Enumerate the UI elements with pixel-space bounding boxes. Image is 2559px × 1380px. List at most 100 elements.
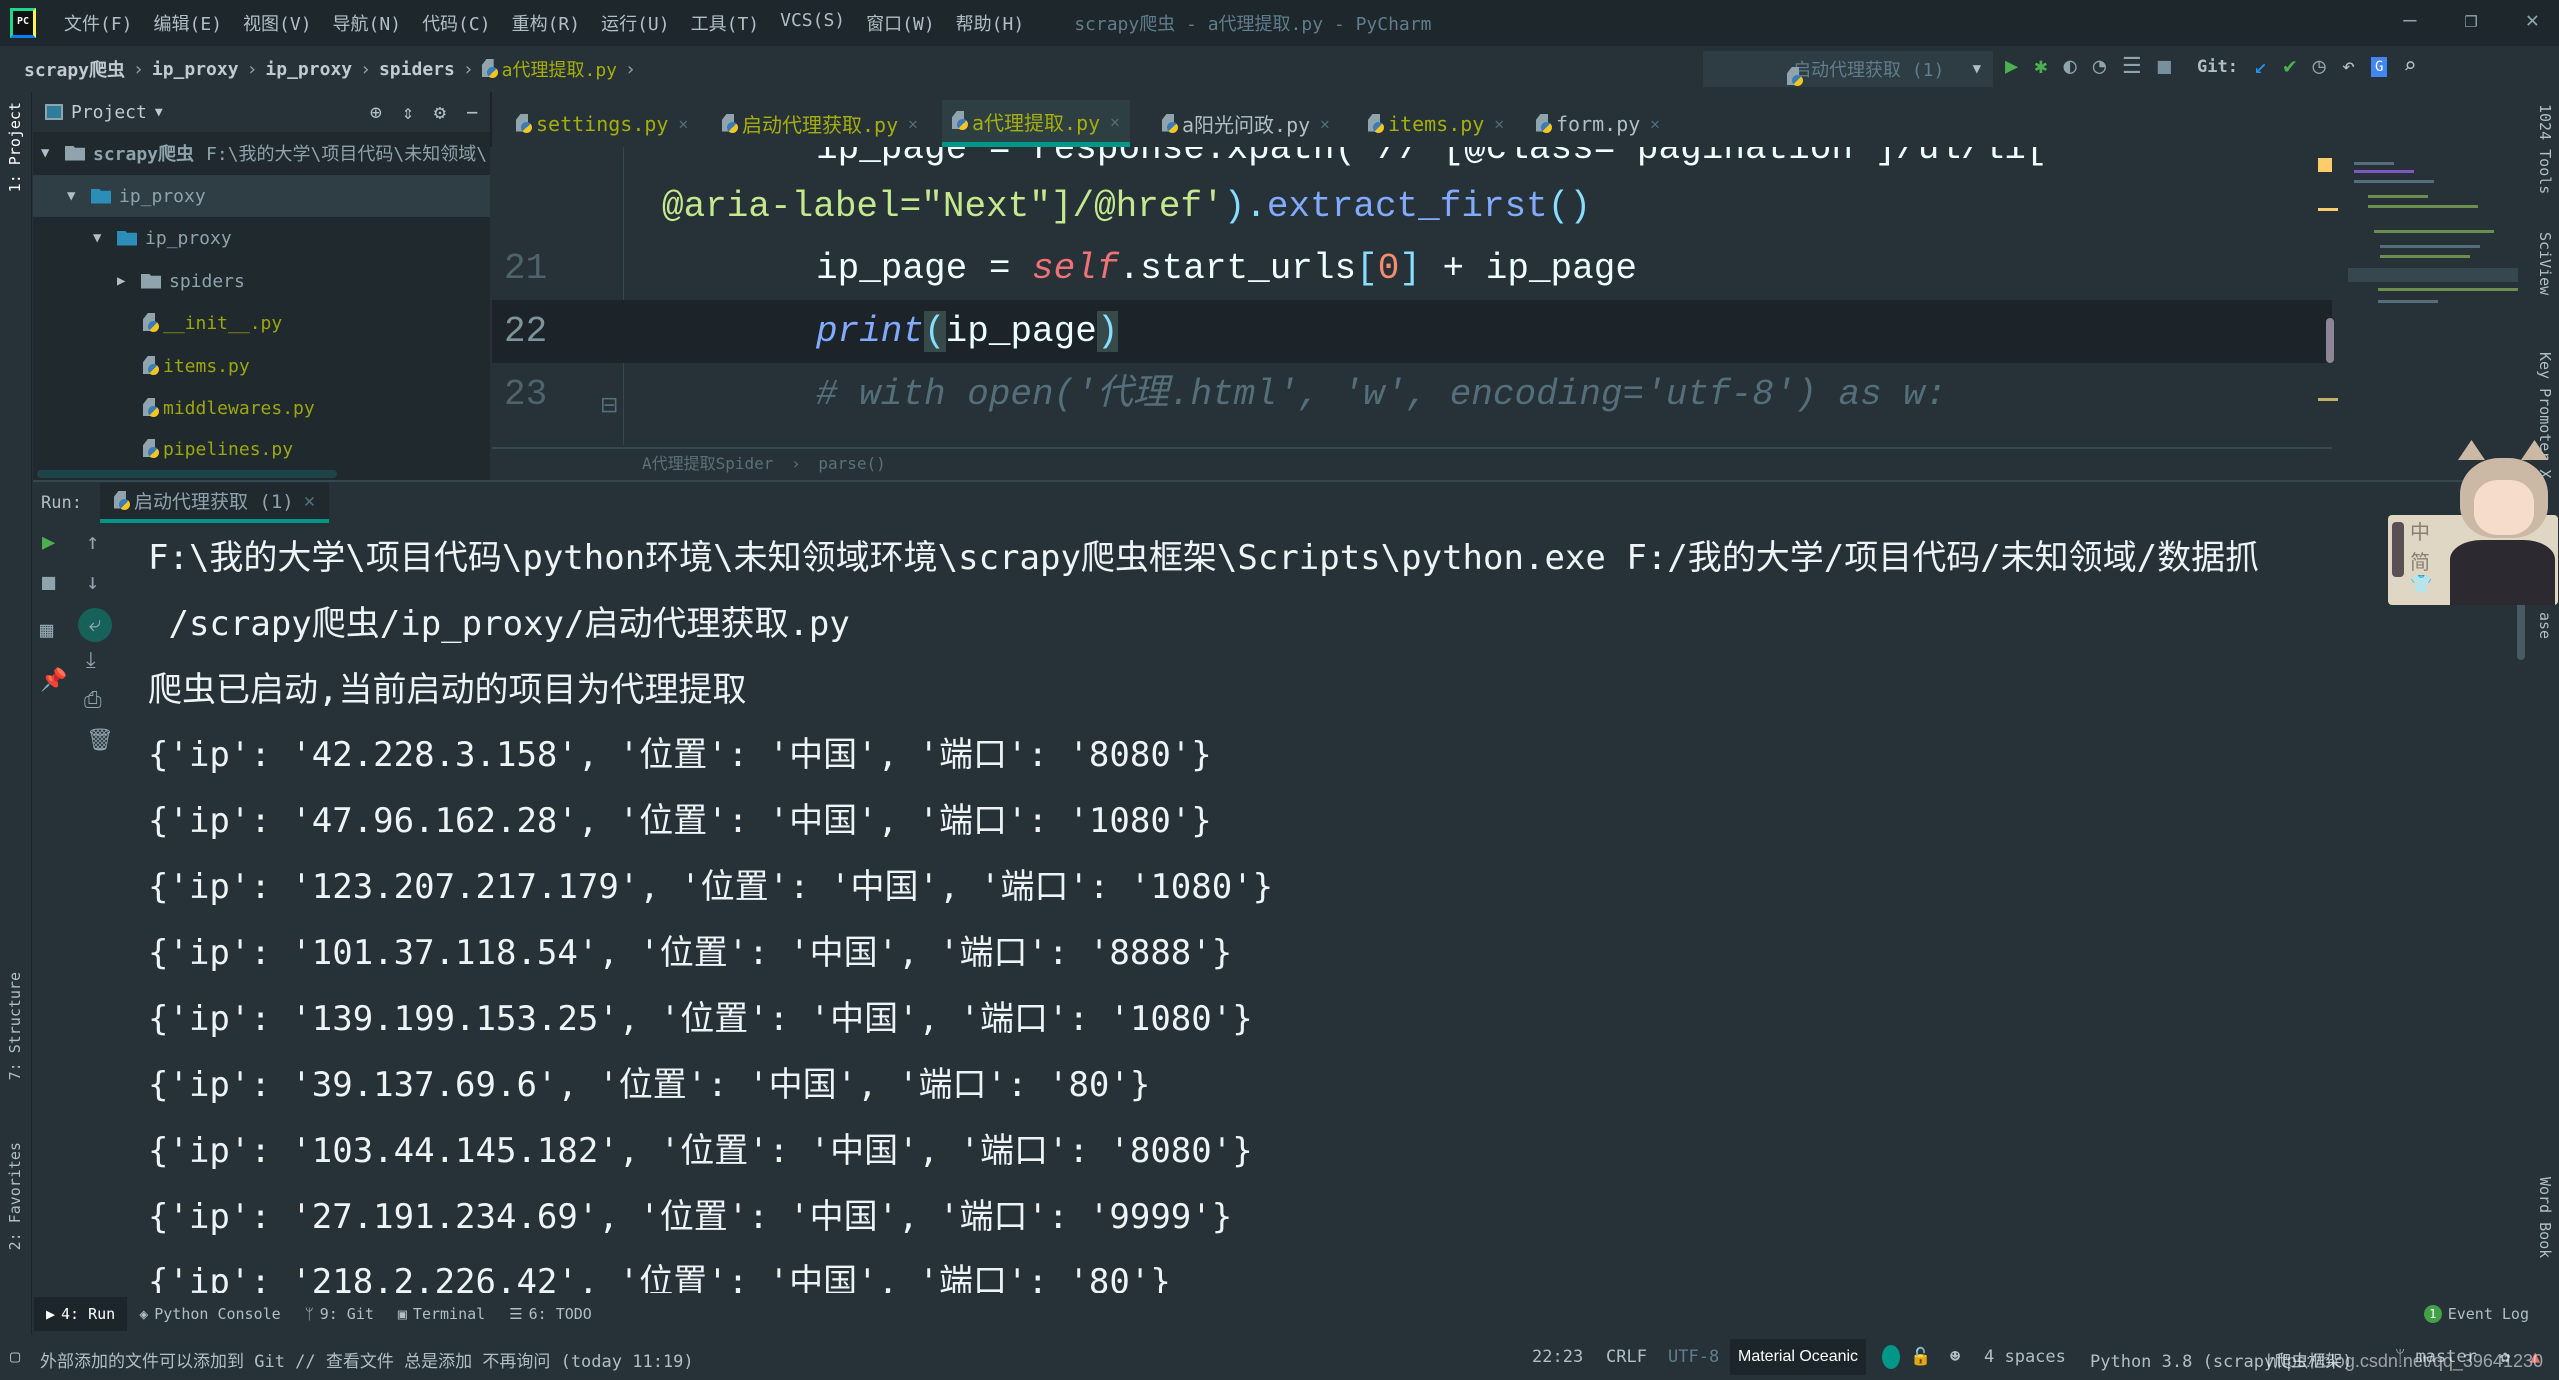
menu-code[interactable]: 代码(C)	[422, 10, 491, 36]
tab-sunshine[interactable]: a阳光问政.py ✕	[1152, 100, 1340, 147]
collapse-all-icon[interactable]: ⇕	[402, 100, 414, 124]
restore-button[interactable]: ❐	[2465, 8, 2478, 33]
hide-icon[interactable]: −	[466, 100, 478, 124]
menu-refactor[interactable]: 重构(R)	[512, 10, 581, 36]
fold-icon[interactable]: ⊟	[600, 375, 618, 438]
rerun-icon[interactable]: ▶	[42, 530, 55, 555]
tab-form[interactable]: form.py ✕	[1526, 100, 1670, 147]
debug-icon[interactable]: ✱	[2034, 54, 2047, 79]
tab-terminal[interactable]: ▣ Terminal	[386, 1297, 497, 1331]
menu-view[interactable]: 视图(V)	[243, 10, 312, 36]
menu-edit[interactable]: 编辑(E)	[154, 10, 223, 36]
tab-start-proxy[interactable]: 启动代理获取.py ✕	[712, 100, 928, 147]
project-view-select[interactable]: Project	[71, 102, 147, 123]
tree-item-file[interactable]: middlewares.py	[33, 387, 490, 429]
up-arrow-icon[interactable]: ↑	[86, 530, 99, 555]
coverage-icon[interactable]: ◐	[2064, 54, 2077, 79]
translate-icon[interactable]: G	[2370, 56, 2388, 77]
run-configuration-select[interactable]: 启动代理获取 (1) ▼	[1703, 51, 1993, 87]
breadcrumb-method[interactable]: parse()	[818, 454, 885, 473]
menu-run[interactable]: 运行(U)	[601, 10, 670, 36]
file-encoding[interactable]: UTF-8	[1668, 1347, 1719, 1367]
stop-icon[interactable]: ■	[2158, 54, 2171, 79]
concurrency-icon[interactable]: ☰	[2122, 54, 2142, 79]
close-tab-icon[interactable]: ✕	[1650, 114, 1660, 133]
rollback-icon[interactable]: ↶	[2342, 54, 2355, 79]
layout-icon[interactable]: ▦	[40, 618, 53, 643]
breadcrumb-item[interactable]: a代理提取.py	[502, 56, 617, 82]
print-icon[interactable]: ⎙	[84, 688, 102, 713]
menu-navigate[interactable]: 导航(N)	[333, 10, 402, 36]
code-editor[interactable]: ip_page = response.xpath('//*[@class="pa…	[492, 147, 2332, 445]
structure-tool-button[interactable]: 7: Structure	[6, 972, 24, 1080]
breadcrumb-item[interactable]: spiders	[379, 59, 455, 80]
tab-settings[interactable]: settings.py ✕	[506, 100, 698, 147]
status-message[interactable]: 外部添加的文件可以添加到 Git // 查看文件 总是添加 不再询问 (toda…	[40, 1347, 694, 1372]
stop-icon[interactable]: ■	[42, 570, 55, 595]
locate-icon[interactable]: ⊕	[370, 100, 382, 124]
run-tab[interactable]: 启动代理获取 (1) ✕	[99, 482, 330, 523]
pin-icon[interactable]: 📌	[40, 668, 67, 693]
tree-item-spiders[interactable]: ▶ spiders	[33, 260, 490, 302]
1024-tools-button[interactable]: 1024 Tools	[2536, 104, 2554, 194]
tree-item-file[interactable]: items.py	[33, 345, 490, 387]
breadcrumb-item[interactable]: scrapy爬虫	[24, 56, 125, 82]
close-tab-icon[interactable]: ✕	[1110, 112, 1120, 131]
line-separator[interactable]: CRLF	[1606, 1347, 1647, 1367]
project-tool-button[interactable]: 1: Project	[6, 102, 24, 192]
trash-icon[interactable]: 🗑	[86, 728, 114, 753]
close-tab-icon[interactable]: ✕	[1494, 114, 1504, 133]
run-icon[interactable]: ▶	[2005, 54, 2018, 79]
profile-icon[interactable]: ◔	[2093, 54, 2106, 79]
menu-file[interactable]: 文件(F)	[64, 10, 133, 36]
vertical-scrollbar[interactable]	[2326, 318, 2334, 363]
database-button[interactable]: ase	[2536, 612, 2554, 639]
close-tab-icon[interactable]: ✕	[678, 114, 688, 133]
inspector-icon[interactable]: ☻	[1950, 1347, 1960, 1367]
search-icon[interactable]: ⌕	[2403, 54, 2416, 79]
down-arrow-icon[interactable]: ↓	[86, 570, 99, 595]
caret-position[interactable]: 22:23	[1532, 1347, 1583, 1367]
menu-window[interactable]: 窗口(W)	[866, 10, 935, 36]
menu-help[interactable]: 帮助(H)	[956, 10, 1025, 36]
breadcrumb-item[interactable]: ip_proxy	[265, 59, 352, 80]
horizontal-scrollbar[interactable]	[37, 470, 337, 478]
lock-icon[interactable]: 🔓	[1910, 1347, 1931, 1367]
console-output[interactable]: F:\我的大学\项目代码\python环境\未知领域环境\scrapy爬虫框架\…	[148, 523, 2378, 1293]
tree-item-ip-proxy-package[interactable]: ▼ ip_proxy	[33, 217, 490, 259]
tree-item-file[interactable]: __init__.py	[33, 302, 490, 344]
tab-proxy-extract[interactable]: a代理提取.py ✕	[942, 100, 1130, 147]
tab-todo[interactable]: ☰ 6: TODO	[497, 1297, 604, 1331]
gear-icon[interactable]: ⚙	[434, 100, 446, 124]
tree-item-root[interactable]: ▼ scrapy爬虫 F:\我的大学\项目代码\未知领域\	[33, 132, 490, 174]
close-tab-icon[interactable]: ✕	[1320, 114, 1330, 133]
soft-wrap-icon[interactable]: ⤶	[78, 608, 112, 642]
theme-indicator[interactable]: Material Oceanic	[1730, 1339, 1867, 1375]
minimap[interactable]	[2318, 150, 2518, 450]
git-update-icon[interactable]: ↙	[2254, 54, 2267, 79]
toggle-tool-windows-icon[interactable]: ▢	[10, 1347, 20, 1367]
event-log-button[interactable]: 1 Event Log	[2412, 1297, 2541, 1331]
tab-items[interactable]: items.py ✕	[1358, 100, 1514, 147]
indent-setting[interactable]: 4 spaces	[1984, 1347, 2066, 1367]
tree-item-file[interactable]: pipelines.py	[33, 428, 490, 470]
breadcrumb-item[interactable]: ip_proxy	[152, 59, 239, 80]
sciview-button[interactable]: SciView	[2536, 232, 2554, 295]
tab-git[interactable]: ᛘ 9: Git	[293, 1297, 386, 1331]
history-icon[interactable]: ◷	[2312, 54, 2325, 79]
tab-run[interactable]: ▶ 4: Run	[34, 1297, 128, 1331]
close-tab-icon[interactable]: ✕	[304, 490, 315, 512]
menu-tools[interactable]: 工具(T)	[691, 10, 760, 36]
minimize-button[interactable]: –	[2403, 8, 2416, 33]
chevron-down-icon[interactable]: ▼	[155, 105, 163, 120]
close-tab-icon[interactable]: ✕	[908, 114, 918, 133]
word-book-button[interactable]: Word Book	[2536, 1177, 2554, 1258]
menu-vcs[interactable]: VCS(S)	[780, 10, 845, 36]
tree-item-ip-proxy[interactable]: ▼ ip_proxy	[33, 175, 490, 217]
favorites-tool-button[interactable]: 2: Favorites	[6, 1142, 24, 1250]
tab-python-console[interactable]: ◈ Python Console	[127, 1297, 292, 1331]
breadcrumb-class[interactable]: A代理提取Spider	[642, 454, 773, 473]
git-commit-icon[interactable]: ✔	[2283, 54, 2296, 79]
close-button[interactable]: ✕	[2526, 8, 2539, 33]
scroll-to-end-icon[interactable]: ⤓	[86, 648, 96, 673]
